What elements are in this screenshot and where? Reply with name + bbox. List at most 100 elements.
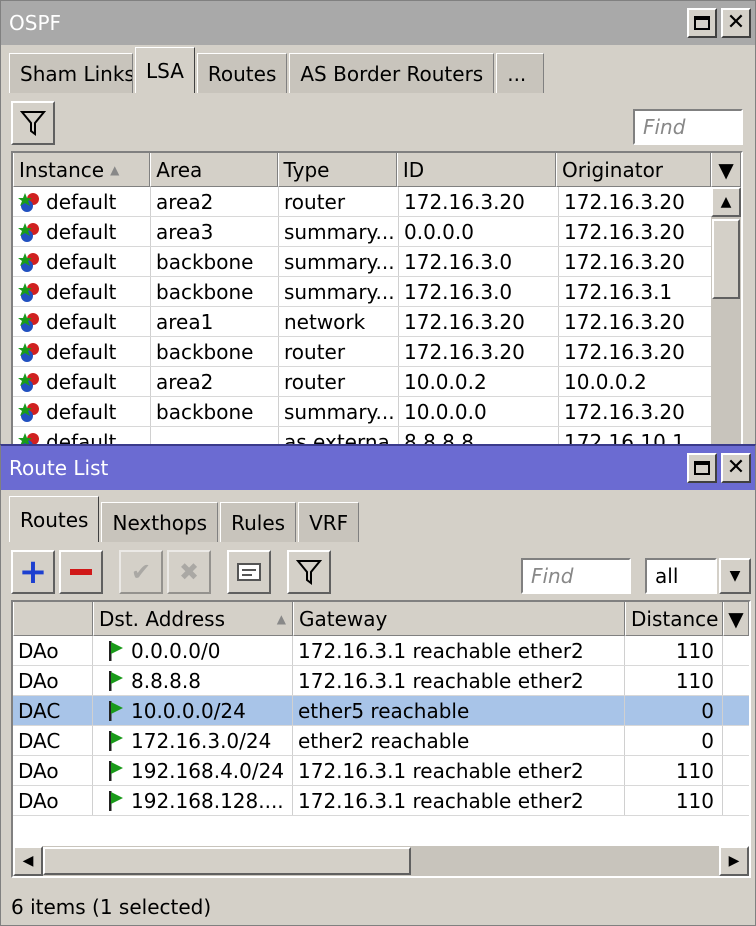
cell-text: 172.16.3.0 bbox=[404, 249, 513, 274]
table-row[interactable]: DAo 8.8.8.8 172.16.3.1 reachable ether2 110 bbox=[13, 666, 749, 696]
ospf-titlebar[interactable]: OSPF ✕ bbox=[1, 1, 755, 45]
cell-distance: 110 bbox=[625, 786, 723, 815]
sort-asc-icon: ▲ bbox=[110, 162, 120, 177]
lsa-vscroll[interactable]: ▲ bbox=[711, 187, 741, 449]
cell-text: 192.168.128.... bbox=[131, 788, 284, 813]
cell-text: 10.0.0.0 bbox=[404, 399, 487, 424]
comment-button[interactable] bbox=[227, 550, 271, 594]
ospf-instance-icon bbox=[18, 372, 39, 392]
tab-routes[interactable]: Routes bbox=[196, 53, 288, 93]
cell-text: 110 bbox=[675, 638, 714, 663]
cell-text: 192.168.4.0/24 bbox=[131, 758, 285, 783]
table-row[interactable]: default area2 router 10.0.0.2 10.0.0.2 bbox=[13, 367, 741, 397]
enable-button[interactable]: ✔ bbox=[119, 550, 163, 594]
tab-routes[interactable]: Routes bbox=[9, 496, 100, 542]
col-type[interactable]: Type bbox=[277, 153, 397, 187]
scroll-right-button[interactable]: ▶ bbox=[719, 846, 749, 876]
routes-hscroll[interactable]: ◀ ▶ bbox=[13, 846, 749, 876]
table-row[interactable]: default backbone summary... 172.16.3.0 172.1… bbox=[13, 277, 741, 307]
cell-text: area2 bbox=[156, 369, 214, 394]
cell-text: 172.16.3.20 bbox=[564, 189, 685, 214]
col-dst-address[interactable]: Dst. Address ▲ bbox=[93, 602, 293, 636]
cell-text: 172.16.3.1 reachable ether2 bbox=[298, 788, 584, 813]
disable-button[interactable]: ✖ bbox=[167, 550, 211, 594]
col-distance[interactable]: Distance bbox=[625, 602, 723, 636]
col-gateway[interactable]: Gateway bbox=[293, 602, 625, 636]
table-row[interactable]: DAC 172.16.3.0/24 ether2 reachable 0 bbox=[13, 726, 749, 756]
filter-button[interactable] bbox=[11, 101, 55, 145]
table-row[interactable]: default area3 summary... 0.0.0.0 172.16.3.20 bbox=[13, 217, 741, 247]
filter-dropdown-button[interactable]: ▼ bbox=[719, 558, 751, 594]
column-menu-button[interactable]: ▼ bbox=[711, 153, 741, 187]
tab-lsa[interactable]: LSA bbox=[135, 47, 195, 93]
lsa-table-header: Instance ▲ Area Type ID Originator ▼ bbox=[13, 153, 741, 187]
route-toolbar: + ✔ ✖ bbox=[11, 550, 339, 594]
cell-text: backbone bbox=[156, 279, 254, 304]
cell-originator: 172.16.3.20 bbox=[559, 337, 715, 366]
scroll-left-button[interactable]: ◀ bbox=[13, 846, 43, 876]
tab-nexthops[interactable]: Nexthops bbox=[101, 502, 219, 542]
remove-button[interactable] bbox=[59, 550, 103, 594]
scroll-up-button[interactable]: ▲ bbox=[711, 187, 741, 217]
col-originator[interactable]: Originator bbox=[556, 153, 712, 187]
cell-text: backbone bbox=[156, 339, 254, 364]
cell-text: summary... bbox=[284, 249, 395, 274]
route-list-titlebar[interactable]: Route List ✕ bbox=[1, 446, 755, 490]
cell-text: summary... bbox=[284, 279, 395, 304]
route-find-input[interactable]: Find bbox=[521, 558, 631, 594]
cell-dst-address: 8.8.8.8 bbox=[93, 666, 293, 695]
cell-text: 10.0.0.0/24 bbox=[131, 698, 246, 723]
route-list-title: Route List bbox=[9, 456, 109, 480]
col-instance[interactable]: Instance ▲ bbox=[13, 153, 151, 187]
col-flags[interactable] bbox=[13, 602, 93, 636]
maximize-button[interactable] bbox=[687, 453, 717, 483]
tab-as-border-routers[interactable]: AS Border Routers bbox=[289, 53, 495, 93]
col-area[interactable]: Area bbox=[150, 153, 278, 187]
tab-rules[interactable]: Rules bbox=[220, 502, 297, 542]
table-row[interactable]: default area1 network 172.16.3.20 172.16.3.2… bbox=[13, 307, 741, 337]
table-row[interactable]: default backbone summary... 172.16.3.0 172.1… bbox=[13, 247, 741, 277]
cell-text: 172.16.3.20 bbox=[564, 399, 685, 424]
col-id[interactable]: ID bbox=[396, 153, 557, 187]
ospf-instance-icon bbox=[18, 342, 39, 362]
maximize-icon bbox=[694, 16, 710, 30]
route-filter-select[interactable]: all bbox=[645, 558, 717, 594]
cell-text: backbone bbox=[156, 249, 254, 274]
cell-id: 172.16.3.20 bbox=[399, 187, 559, 216]
table-row[interactable]: DAo 0.0.0.0/0 172.16.3.1 reachable ether2 1… bbox=[13, 636, 749, 666]
cell-text: router bbox=[284, 369, 346, 394]
column-menu-button[interactable]: ▼ bbox=[723, 602, 749, 636]
tab-vrf[interactable]: VRF bbox=[298, 502, 360, 542]
cell-text: 0.0.0.0 bbox=[404, 219, 474, 244]
scroll-thumb[interactable] bbox=[712, 219, 740, 299]
lsa-rows: default area2 router 172.16.3.20 172.16.3.20… bbox=[13, 187, 741, 449]
cell-area: area3 bbox=[151, 217, 279, 246]
tab-more[interactable]: ... bbox=[496, 53, 545, 93]
cell-text: 172.16.3.1 reachable ether2 bbox=[298, 638, 584, 663]
table-row[interactable]: DAo 192.168.4.0/24 172.16.3.1 reachable et… bbox=[13, 756, 749, 786]
cell-flags: DAo bbox=[13, 756, 93, 785]
close-button[interactable]: ✕ bbox=[721, 8, 751, 38]
close-button[interactable]: ✕ bbox=[721, 453, 751, 483]
tab-sham-links[interactable]: Sham Links bbox=[9, 53, 133, 93]
scroll-thumb[interactable] bbox=[43, 847, 411, 875]
ospf-find-input[interactable]: Find bbox=[633, 109, 743, 145]
scroll-track[interactable] bbox=[411, 846, 719, 876]
cell-type: summary... bbox=[279, 247, 399, 276]
cell-distance: 0 bbox=[625, 726, 723, 755]
add-button[interactable]: + bbox=[11, 550, 55, 594]
cell-area: backbone bbox=[151, 277, 279, 306]
table-row[interactable]: default backbone router 172.16.3.20 172.16.3… bbox=[13, 337, 741, 367]
table-row[interactable]: default backbone summary... 10.0.0.0 172.16.… bbox=[13, 397, 741, 427]
cell-instance: default bbox=[13, 277, 151, 306]
maximize-button[interactable] bbox=[687, 8, 717, 38]
cell-originator: 172.16.3.20 bbox=[559, 187, 715, 216]
cell-text: 172.16.3.0 bbox=[404, 279, 513, 304]
cell-text: router bbox=[284, 339, 346, 364]
cell-flags: DAo bbox=[13, 786, 93, 815]
cell-flags: DAC bbox=[13, 726, 93, 755]
filter-button[interactable] bbox=[287, 550, 331, 594]
table-row[interactable]: DAo 192.168.128.... 172.16.3.1 reachable e… bbox=[13, 786, 749, 816]
table-row[interactable]: default area2 router 172.16.3.20 172.16.3.20 bbox=[13, 187, 741, 217]
table-row[interactable]: DAC 10.0.0.0/24 ether5 reachable 0 bbox=[13, 696, 749, 726]
